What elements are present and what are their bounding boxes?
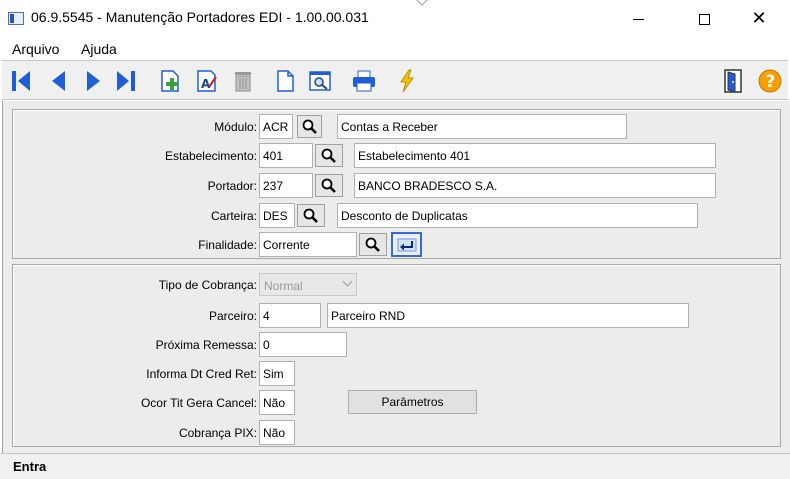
cobranca-pix-label: Cobrança PIX: — [178, 426, 257, 440]
portador-code-field[interactable]: 237 — [259, 173, 313, 198]
parametros-button[interactable]: Parâmetros — [348, 390, 477, 414]
tipo-cobranca-select: Normal — [259, 273, 357, 296]
proxima-remessa-field[interactable]: 0 — [259, 332, 347, 357]
new-document-button[interactable] — [272, 68, 298, 94]
add-record-button[interactable] — [158, 68, 184, 94]
finalidade-search-button[interactable] — [359, 233, 387, 256]
portador-label: Portador: — [207, 179, 257, 193]
minimize-button[interactable] — [615, 0, 661, 38]
portador-search-button[interactable] — [315, 174, 343, 197]
app-icon — [8, 12, 24, 25]
close-button[interactable]: ✕ — [736, 0, 782, 38]
search-icon — [365, 237, 380, 252]
maximize-icon — [698, 13, 710, 25]
next-record-button[interactable] — [81, 68, 107, 94]
status-text: Entra — [13, 459, 47, 474]
proxima-remessa-label: Próxima Remessa: — [155, 338, 257, 352]
edit-record-button[interactable]: A — [194, 68, 220, 94]
menu-arquivo[interactable]: Arquivo — [12, 41, 59, 57]
search-icon — [303, 208, 318, 223]
next-record-icon — [87, 71, 100, 91]
chevron-down-icon — [342, 276, 353, 287]
help-icon: ? — [758, 69, 782, 93]
exit-door-icon — [724, 69, 742, 93]
preview-button[interactable] — [308, 68, 334, 94]
modulo-label: Módulo: — [214, 120, 257, 134]
estabelecimento-search-button[interactable] — [315, 144, 343, 167]
last-record-button[interactable] — [113, 68, 139, 94]
previous-record-button[interactable] — [45, 68, 71, 94]
parceiro-description-field: Parceiro RND — [327, 303, 689, 328]
confirm-enter-button[interactable] — [391, 232, 422, 257]
tipo-cobranca-value: Normal — [264, 279, 303, 293]
lightning-button[interactable] — [394, 68, 420, 94]
ocor-tit-gera-cancel-label: Ocor Tit Gera Cancel: — [140, 396, 257, 410]
toolbar: A ? — [2, 60, 788, 100]
finalidade-label: Finalidade: — [198, 238, 257, 252]
enter-icon — [397, 238, 416, 251]
search-icon — [321, 148, 336, 163]
search-icon — [302, 119, 317, 134]
close-icon: ✕ — [751, 8, 767, 29]
estabelecimento-label: Estabelecimento: — [164, 149, 257, 163]
cobranca-pix-field[interactable]: Não — [259, 420, 295, 445]
preview-icon — [309, 71, 331, 91]
tipo-cobranca-label: Tipo de Cobrança: — [158, 278, 257, 292]
informa-dt-cred-ret-field[interactable]: Sim — [259, 361, 295, 386]
menu-ajuda[interactable]: Ajuda — [81, 41, 117, 57]
help-button[interactable]: ? — [757, 68, 783, 94]
modulo-description-field: Contas a Receber — [337, 114, 627, 139]
main-panel: Módulo: ACR Contas a Receber Estabelecim… — [2, 101, 790, 453]
portador-description-field: BANCO BRADESCO S.A. — [354, 173, 716, 198]
estabelecimento-description-field: Estabelecimento 401 — [354, 143, 716, 168]
parceiro-code-field[interactable]: 4 — [259, 303, 321, 328]
add-record-icon — [161, 70, 179, 92]
ocor-tit-gera-cancel-field[interactable]: Não — [259, 390, 295, 415]
finalidade-field[interactable]: Corrente — [259, 232, 357, 257]
last-record-icon — [117, 71, 135, 91]
print-icon — [353, 70, 375, 92]
previous-record-icon — [52, 71, 65, 91]
parceiro-label: Parceiro: — [208, 309, 257, 323]
informa-dt-cred-ret-label: Informa Dt Cred Ret: — [146, 367, 257, 381]
first-record-icon — [12, 71, 30, 91]
delete-button[interactable] — [230, 68, 256, 94]
delete-icon — [235, 72, 251, 92]
help-label: ? — [766, 72, 776, 92]
minimize-icon — [632, 18, 644, 20]
menu-bar: Arquivo Ajuda — [0, 38, 790, 60]
new-document-icon — [277, 70, 294, 92]
carteira-description-field: Desconto de Duplicatas — [337, 203, 698, 228]
print-button[interactable] — [351, 68, 377, 94]
first-record-button[interactable] — [8, 68, 34, 94]
resize-notch — [416, 0, 428, 6]
exit-button[interactable] — [720, 68, 746, 94]
lightning-icon — [400, 69, 414, 93]
modulo-code-field[interactable]: ACR — [259, 114, 293, 139]
edit-record-icon: A — [197, 70, 217, 92]
estabelecimento-code-field[interactable]: 401 — [259, 143, 313, 168]
carteira-code-field[interactable]: DES — [259, 203, 295, 228]
svg-text:A: A — [201, 77, 211, 91]
maximize-button[interactable] — [681, 0, 727, 38]
search-icon — [321, 178, 336, 193]
title-bar: 06.9.5545 - Manutenção Portadores EDI - … — [0, 0, 790, 38]
modulo-search-button[interactable] — [297, 115, 322, 138]
status-bar: Entra — [0, 453, 790, 479]
carteira-label: Carteira: — [210, 209, 257, 223]
window-title: 06.9.5545 - Manutenção Portadores EDI - … — [31, 9, 369, 25]
carteira-search-button[interactable] — [297, 204, 325, 227]
